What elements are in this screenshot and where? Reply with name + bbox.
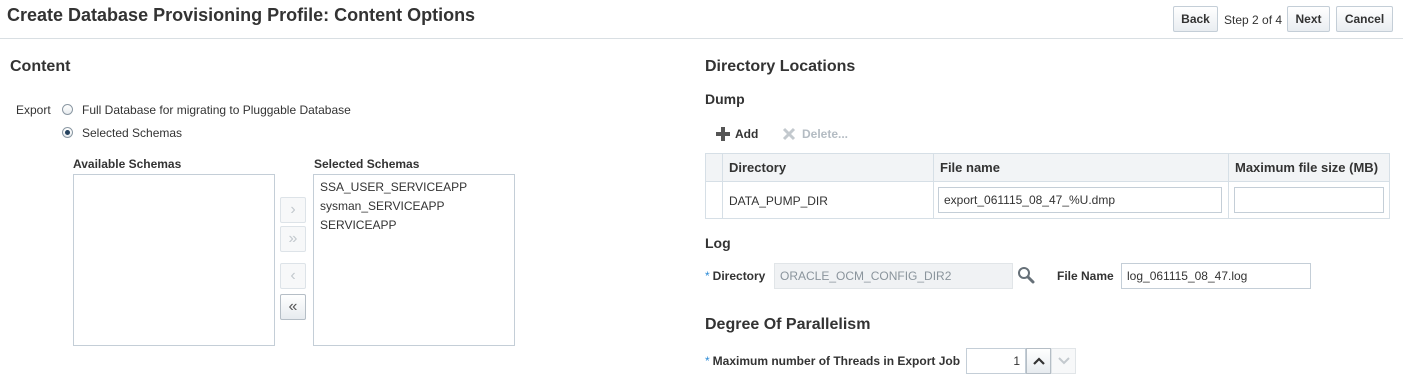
chevron-left-icon: ‹ — [290, 267, 296, 284]
parallelism-heading: Degree Of Parallelism — [705, 316, 871, 333]
next-button[interactable]: Next — [1287, 6, 1330, 32]
available-schemas-list[interactable] — [73, 174, 275, 346]
chevron-right-icon: › — [290, 201, 296, 218]
remove-selected-button[interactable]: ‹ — [280, 263, 306, 289]
step-indicator: Step 2 of 4 — [1224, 13, 1283, 27]
increment-button[interactable] — [1026, 348, 1051, 374]
cell-file-name — [933, 182, 1228, 219]
list-item[interactable]: SERVICEAPP — [314, 215, 514, 234]
search-icon[interactable] — [1017, 266, 1035, 287]
selected-schemas-label: Selected Schemas — [314, 157, 420, 171]
column-header-max-size: Maximum file size (MB) — [1228, 154, 1389, 181]
chevron-down-icon — [1057, 357, 1070, 365]
row-selector[interactable] — [706, 182, 722, 219]
table-header: Directory File name Maximum file size (M… — [706, 154, 1389, 182]
list-item[interactable]: SSA_USER_SERVICEAPP — [314, 177, 514, 196]
radio-selected-schemas[interactable] — [62, 127, 73, 138]
column-header-directory: Directory — [722, 154, 933, 181]
cell-max-size — [1228, 182, 1389, 219]
decrement-button[interactable] — [1051, 348, 1076, 374]
page-title: Create Database Provisioning Profile: Co… — [7, 5, 476, 25]
required-marker: * — [705, 354, 710, 368]
log-file-name-input[interactable] — [1121, 263, 1311, 289]
cancel-button[interactable]: Cancel — [1336, 6, 1393, 32]
remove-all-button[interactable]: « — [280, 294, 306, 320]
radio-full-database-label[interactable]: Full Database for migrating to Pluggable… — [82, 103, 351, 117]
add-button[interactable]: Add — [715, 126, 758, 142]
list-item[interactable]: sysman_SERVICEAPP — [314, 196, 514, 215]
delete-x-icon — [782, 127, 796, 141]
double-chevron-left-icon: « — [288, 298, 298, 315]
dump-heading: Dump — [705, 91, 745, 107]
log-file-name-label: File Name — [1057, 269, 1114, 283]
delete-button[interactable]: Delete... — [781, 126, 848, 142]
back-button[interactable]: Back — [1173, 6, 1218, 32]
log-directory-field — [774, 263, 1013, 289]
page-header: Create Database Provisioning Profile: Co… — [0, 0, 1403, 39]
export-label: Export — [16, 103, 51, 117]
selected-schemas-list[interactable]: SSA_USER_SERVICEAPP sysman_SERVICEAPP SE… — [313, 174, 515, 346]
move-all-button[interactable]: » — [280, 226, 306, 252]
log-heading: Log — [705, 235, 731, 251]
threads-label: * Maximum number of Threads in Export Job — [705, 354, 961, 368]
max-file-size-input[interactable] — [1234, 187, 1384, 213]
double-chevron-right-icon: » — [288, 230, 298, 247]
plus-icon — [716, 127, 730, 141]
log-directory-label: * Directory — [705, 269, 766, 283]
file-name-input[interactable] — [938, 187, 1222, 213]
dump-table: Directory File name Maximum file size (M… — [705, 153, 1390, 219]
content-heading: Content — [10, 58, 71, 75]
add-label: Add — [735, 127, 759, 141]
radio-selected-schemas-label[interactable]: Selected Schemas — [82, 126, 182, 140]
available-schemas-label: Available Schemas — [73, 157, 182, 171]
required-marker: * — [705, 269, 710, 283]
threads-input[interactable] — [966, 348, 1026, 374]
cell-directory: DATA_PUMP_DIR — [722, 182, 933, 219]
radio-full-database[interactable] — [62, 104, 73, 115]
directory-locations-heading: Directory Locations — [705, 58, 856, 75]
column-header-file-name: File name — [933, 154, 1228, 181]
move-selected-button[interactable]: › — [280, 197, 306, 223]
delete-label: Delete... — [802, 127, 849, 141]
chevron-up-icon — [1032, 357, 1045, 365]
